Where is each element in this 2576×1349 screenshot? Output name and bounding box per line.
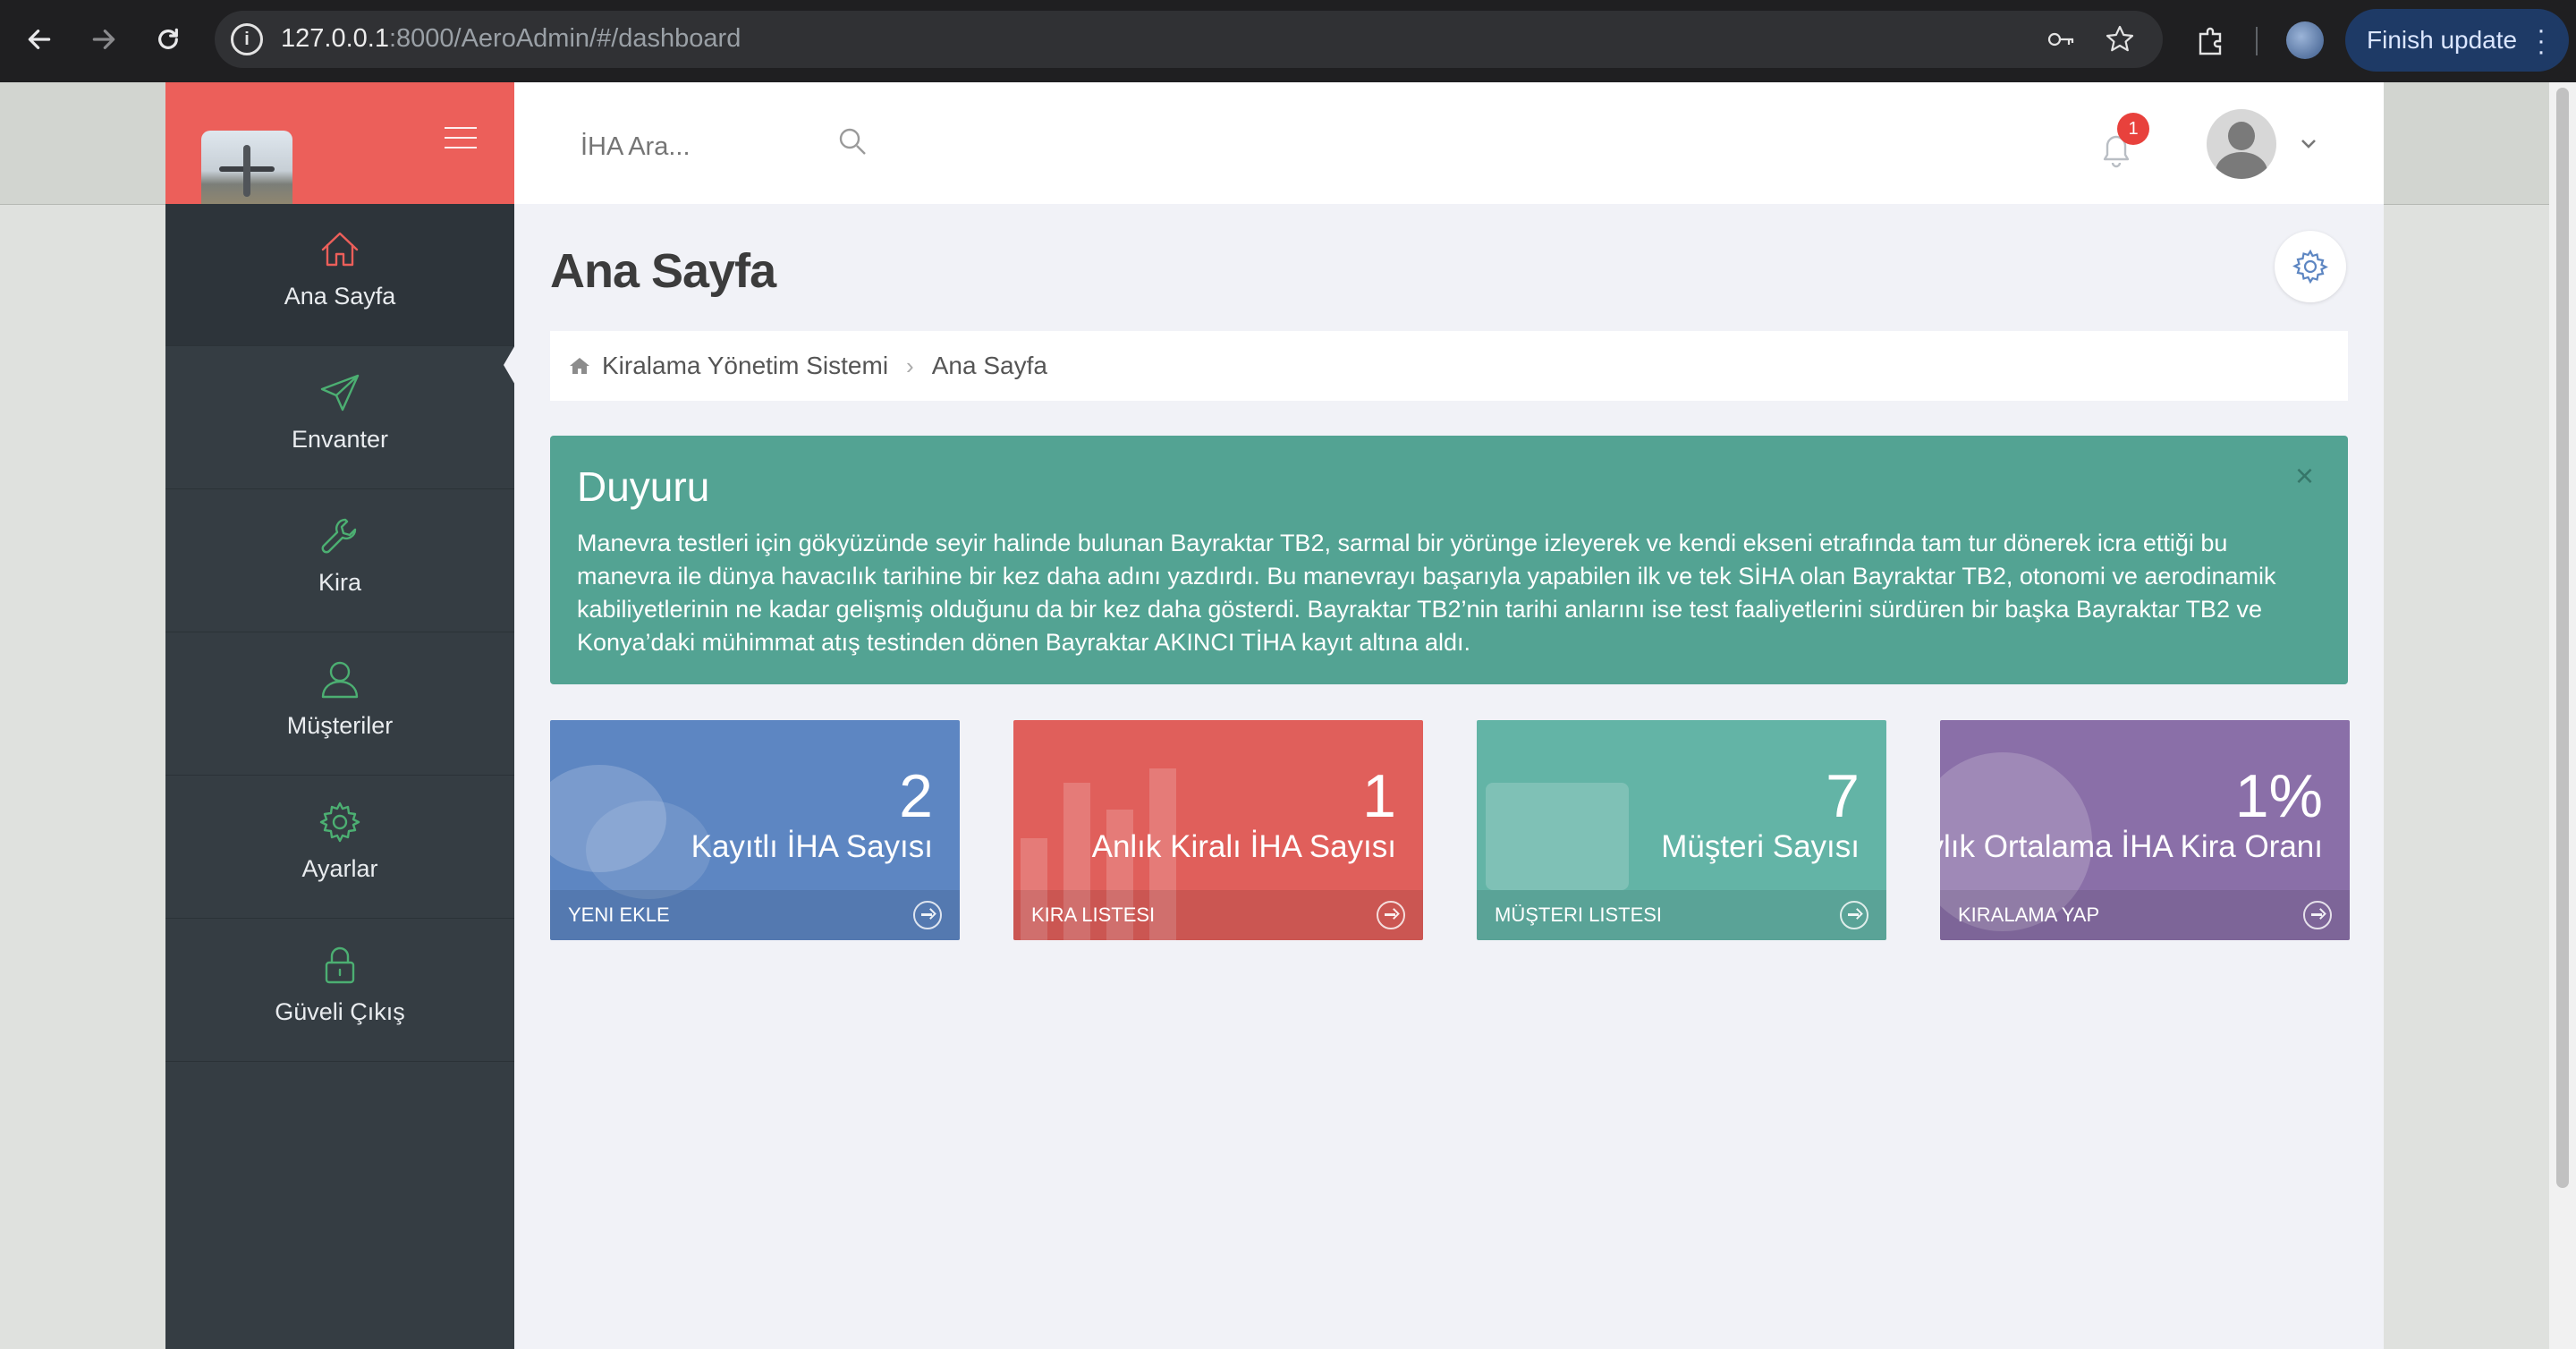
key-icon[interactable] (2045, 23, 2077, 55)
arrow-circle-right-icon[interactable] (1840, 901, 1868, 929)
settings-button[interactable] (2275, 231, 2346, 302)
stat-footer-link[interactable]: MÜŞTERI LISTESI (1477, 890, 1886, 940)
stat-action-label[interactable]: KIRALAMA YAP (1958, 904, 2099, 927)
stat-label: Müşteri Sayısı (1661, 829, 1860, 864)
stat-footer-link[interactable]: YENI EKLE (550, 890, 960, 940)
stat-action-label[interactable]: KIRA LISTESI (1031, 904, 1155, 927)
toolbar-divider (2256, 27, 2258, 55)
main-content: 1 Ana Sayfa Kiralama Yönetim Sistemi › A… (514, 82, 2384, 1349)
stat-footer-link[interactable]: KIRA LISTESI (1013, 890, 1423, 940)
gear-icon (2292, 249, 2328, 284)
breadcrumb-link[interactable]: Kiralama Yönetim Sistemi (602, 352, 888, 380)
avatar[interactable] (2207, 109, 2276, 179)
sidebar-item-guvenli-cikis[interactable]: Güveli Çıkış (165, 920, 514, 1062)
home-icon (321, 232, 359, 267)
sidebar-item-label: Ana Sayfa (284, 283, 396, 310)
forward-arrow-icon[interactable] (82, 18, 125, 61)
stat-card-oran: 1% Aylık Ortalama İHA Kira Oranı KIRALAM… (1940, 720, 2350, 940)
stat-card-kira: 1 Anlık Kiralı İHA Sayısı KIRA LISTESI (1013, 720, 1423, 940)
sidebar-item-label: Ayarlar (301, 855, 378, 882)
close-icon[interactable]: × (2295, 457, 2314, 495)
url-text[interactable]: 127.0.0.1:8000/AeroAdmin/#/dashboard (281, 24, 741, 54)
user-icon (321, 661, 359, 699)
sidebar: Ana Sayfa Envanter Kira Müşteriler Ayarl… (165, 82, 516, 1349)
stat-action-label[interactable]: MÜŞTERI LISTESI (1495, 904, 1662, 927)
extensions-icon[interactable] (2193, 23, 2229, 59)
sidebar-item-envanter[interactable]: Envanter (165, 347, 514, 489)
stat-value: 1% (2234, 762, 2323, 830)
stat-label: Kayıtlı İHA Sayısı (691, 829, 933, 864)
page-scrollbar[interactable] (2549, 82, 2576, 1349)
sidebar-item-label: Kira (318, 569, 361, 596)
sidebar-item-label: Müşteriler (286, 712, 394, 739)
stat-value: 1 (1362, 762, 1396, 830)
profile-avatar[interactable] (2286, 21, 2324, 59)
stat-value: 7 (1826, 762, 1860, 830)
lock-icon (325, 946, 355, 984)
notification-badge[interactable]: 1 (2117, 113, 2149, 145)
stat-card-iha: 2 Kayıtlı İHA Sayısı YENI EKLE (550, 720, 960, 940)
scrollbar-thumb[interactable] (2556, 88, 2569, 1188)
arrow-circle-right-icon[interactable] (1377, 901, 1405, 929)
search-icon[interactable] (836, 125, 872, 161)
wrench-icon (321, 518, 357, 554)
stat-label: Anlık Kiralı İHA Sayısı (1091, 829, 1396, 864)
stat-footer-link[interactable]: KIRALAMA YAP (1940, 890, 2350, 940)
browser-toolbar: i 127.0.0.1:8000/AeroAdmin/#/dashboard F… (0, 0, 2576, 82)
site-info-icon[interactable]: i (231, 23, 263, 55)
paper-plane-icon (320, 374, 360, 411)
sidebar-item-label: Envanter (291, 426, 389, 453)
topbar: 1 (514, 82, 2384, 204)
breadcrumb-current: Ana Sayfa (931, 352, 1047, 379)
back-arrow-icon[interactable] (18, 18, 61, 61)
sidebar-item-ayarlar[interactable]: Ayarlar (165, 776, 514, 919)
stat-card-musteri: 7 Müşteri Sayısı MÜŞTERI LISTESI (1477, 720, 1886, 940)
sidebar-item-label: Güveli Çıkış (275, 998, 405, 1025)
address-bar[interactable]: i 127.0.0.1:8000/AeroAdmin/#/dashboard (215, 11, 2163, 68)
home-icon (568, 354, 591, 378)
gear-icon (319, 802, 360, 843)
chevron-down-icon[interactable] (2298, 132, 2319, 154)
sidebar-item-kira[interactable]: Kira (165, 490, 514, 632)
monitor-icon (1486, 783, 1629, 890)
more-vertical-icon[interactable]: · · · (2537, 17, 2546, 65)
stat-label: Aylık Ortalama İHA Kira Oranı (1940, 829, 2323, 864)
finish-update-button[interactable]: Finish update · · · (2345, 9, 2569, 72)
arrow-circle-right-icon[interactable] (2303, 901, 2332, 929)
bookmark-star-icon[interactable] (2104, 23, 2136, 55)
stat-action-label[interactable]: YENI EKLE (568, 904, 670, 927)
announcement-alert: Duyuru Manevra testleri için gökyüzünde … (550, 436, 2348, 684)
page-title: Ana Sayfa (550, 244, 776, 298)
sidebar-item-ana-sayfa[interactable]: Ana Sayfa (165, 204, 514, 346)
sidebar-item-musteriler[interactable]: Müşteriler (165, 633, 514, 776)
chevron-right-icon: › (906, 352, 914, 379)
announcement-body: Manevra testleri için gökyüzünde seyir h… (577, 530, 2276, 656)
breadcrumb: Kiralama Yönetim Sistemi › Ana Sayfa (550, 331, 2348, 401)
announcement-title: Duyuru (577, 463, 710, 510)
reload-icon[interactable] (147, 18, 190, 61)
stat-value: 2 (899, 762, 933, 830)
hamburger-menu-icon[interactable] (445, 127, 477, 152)
arrow-circle-right-icon[interactable] (913, 901, 942, 929)
